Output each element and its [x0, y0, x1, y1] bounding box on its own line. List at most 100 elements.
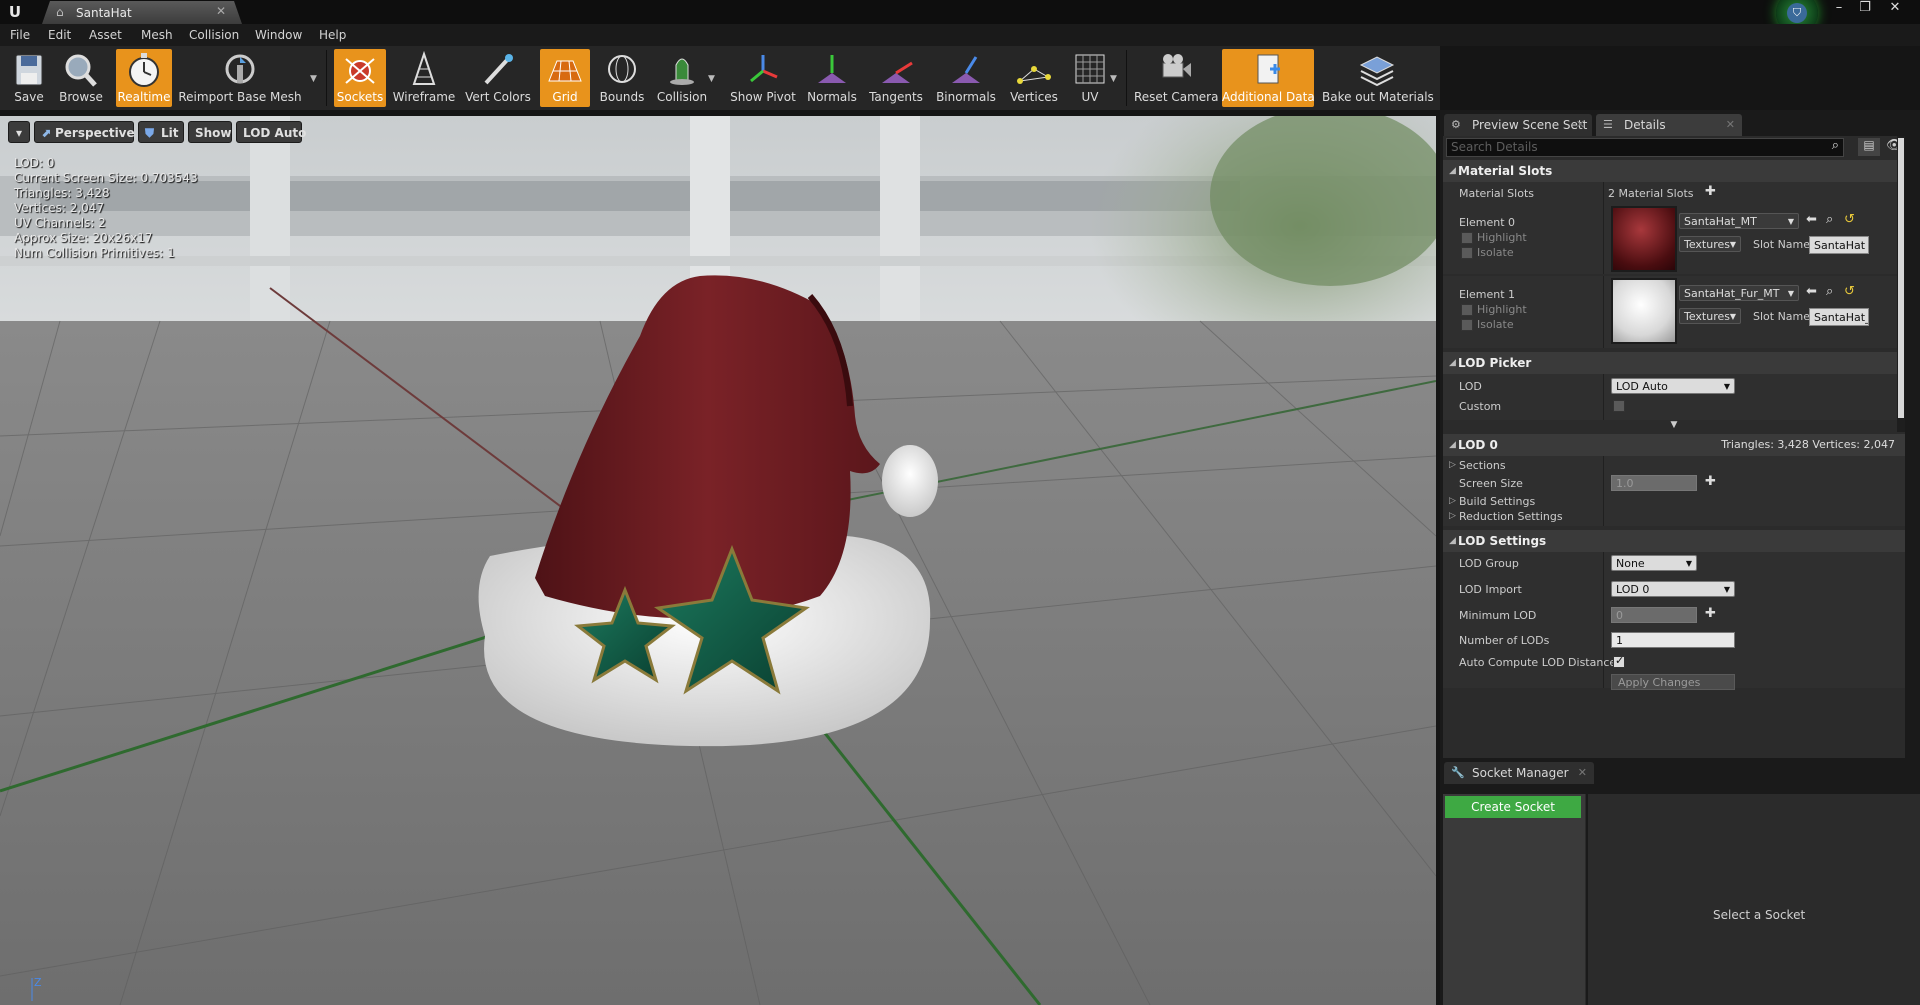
element-1-slot-name-field[interactable]: SantaHat_ [1809, 308, 1869, 326]
lit-button[interactable]: ⛊ Lit [138, 121, 184, 143]
restore-button[interactable]: ❐ [1852, 0, 1878, 18]
sockets-button[interactable]: Sockets [334, 49, 386, 107]
vert-colors-icon [484, 54, 513, 85]
add-material-slot-icon[interactable]: ✚ [1705, 184, 1716, 199]
reset-to-default-icon[interactable]: ↺ [1844, 212, 1855, 227]
lod-settings-category[interactable]: ◢ LOD Settings [1443, 530, 1905, 552]
element-1-material-combo[interactable]: SantaHat_Fur_MT ▼ [1679, 285, 1799, 301]
bounds-button[interactable]: Bounds [596, 49, 648, 107]
binormals-button[interactable]: Binormals [934, 49, 998, 107]
material-slots-category[interactable]: ◢ Material Slots [1443, 160, 1905, 182]
browse-button[interactable]: Browse [56, 49, 106, 107]
use-selected-arrow-icon[interactable]: ⬅ [1806, 284, 1817, 299]
search-details-input[interactable]: Search Details ⌕ [1446, 138, 1844, 157]
collision-button[interactable]: Collision [654, 49, 710, 107]
vertices-button[interactable]: Vertices [1006, 49, 1062, 107]
collision-dropdown-icon[interactable]: ▼ [708, 74, 715, 84]
reimport-icon [225, 54, 255, 84]
bake-out-materials-button[interactable]: Bake out Materials [1322, 49, 1434, 107]
mesh-viewport[interactable]: Z ▾ ⬈ Perspective ⛊ Lit Show LOD Auto LO… [0, 116, 1436, 1005]
toolbar-separator [326, 50, 327, 106]
lod0-category[interactable]: ◢ LOD 0 Triangles: 3,428 Vertices: 2,047 [1443, 434, 1905, 456]
show-pivot-button[interactable]: Show Pivot [728, 49, 798, 107]
minimum-lod-field[interactable]: 0 [1611, 607, 1697, 623]
auto-compute-lod-distance-checkbox[interactable] [1613, 654, 1625, 668]
details-scrollbar[interactable] [1897, 136, 1905, 432]
element-0-textures-combo[interactable]: Textures ▼ [1679, 236, 1741, 252]
menu-mesh[interactable]: Mesh [141, 28, 173, 42]
element-0-material-thumbnail[interactable] [1611, 206, 1677, 272]
socket-splitter[interactable] [1586, 794, 1588, 1005]
close-tab-icon[interactable]: ✕ [1576, 118, 1585, 131]
expand-arrow-icon[interactable]: ▷ [1449, 511, 1456, 521]
reimport-dropdown-icon[interactable]: ▼ [310, 74, 317, 84]
menu-collision[interactable]: Collision [189, 28, 239, 42]
wireframe-button[interactable]: Wireframe [392, 49, 456, 107]
create-socket-button[interactable]: Create Socket [1445, 796, 1581, 818]
close-tab-icon[interactable]: ✕ [1726, 118, 1735, 131]
menu-file[interactable]: File [10, 28, 30, 42]
tangents-button[interactable]: Tangents [866, 49, 926, 107]
element-1-isolate-checkbox[interactable] [1461, 319, 1473, 331]
apply-changes-button[interactable]: Apply Changes [1611, 674, 1735, 690]
column-splitter[interactable] [1603, 182, 1604, 206]
socket-manager-icon: 🔧 [1451, 766, 1465, 779]
element-0-isolate-checkbox[interactable] [1461, 247, 1473, 259]
custom-checkbox[interactable] [1613, 400, 1625, 412]
expand-arrow-icon[interactable]: ▷ [1449, 496, 1456, 506]
lod-group-combo[interactable]: None ▼ [1611, 555, 1697, 571]
show-button[interactable]: Show [188, 121, 232, 143]
lod-combo[interactable]: LOD Auto ▼ [1611, 378, 1735, 394]
grid-button[interactable]: Grid [540, 49, 590, 107]
close-window-button[interactable]: ✕ [1882, 0, 1908, 18]
lod-import-combo[interactable]: LOD 0 ▼ [1611, 581, 1735, 597]
lod-picker-category[interactable]: ◢ LOD Picker [1443, 352, 1905, 374]
add-minimum-lod-icon[interactable]: ✚ [1705, 606, 1716, 621]
reimport-base-mesh-button[interactable]: Reimport Base Mesh [178, 49, 302, 107]
uv-dropdown-icon[interactable]: ▼ [1110, 74, 1117, 84]
element-1-highlight-checkbox[interactable] [1461, 304, 1473, 316]
number-of-lods-field[interactable]: 1 [1611, 632, 1735, 648]
build-settings-label[interactable]: Build Settings [1459, 495, 1535, 508]
sections-label[interactable]: Sections [1459, 459, 1506, 472]
asset-document-tab[interactable]: ⌂ SantaHat ✕ [42, 1, 242, 24]
menu-edit[interactable]: Edit [48, 28, 71, 42]
element-1-material-thumbnail[interactable] [1611, 278, 1677, 344]
reduction-settings-label[interactable]: Reduction Settings [1459, 510, 1563, 523]
menu-asset[interactable]: Asset [89, 28, 122, 42]
save-button[interactable]: Save [4, 49, 54, 107]
expand-advanced-icon[interactable]: ▼ [1443, 420, 1905, 430]
view-options-list-icon[interactable]: ▤ [1858, 138, 1880, 156]
expand-arrow-icon[interactable]: ▷ [1449, 460, 1456, 470]
additional-data-button[interactable]: Additional Data [1222, 49, 1315, 107]
vert-colors-button[interactable]: Vert Colors [462, 49, 534, 107]
unreal-logo-icon[interactable]: U [6, 3, 24, 21]
reset-to-default-icon[interactable]: ↺ [1844, 284, 1855, 299]
menu-window[interactable]: Window [255, 28, 302, 42]
element-0-slot-name-field[interactable]: SantaHat [1809, 236, 1869, 254]
add-screen-size-icon[interactable]: ✚ [1705, 474, 1716, 489]
perspective-button[interactable]: ⬈ Perspective [34, 121, 135, 143]
close-tab-icon[interactable]: ✕ [1578, 766, 1587, 779]
minimize-button[interactable]: – [1826, 0, 1852, 18]
browse-asset-icon[interactable]: ⌕ [1826, 212, 1833, 227]
element-0-highlight-checkbox[interactable] [1461, 232, 1473, 244]
normals-button[interactable]: Normals [804, 49, 860, 107]
tab-details[interactable]: ☰ Details ✕ [1596, 114, 1742, 136]
uv-button[interactable]: UV [1068, 49, 1112, 107]
screen-size-field[interactable]: 1.0 [1611, 475, 1697, 491]
element-1-textures-combo[interactable]: Textures ▼ [1679, 308, 1741, 324]
tab-preview-scene-settings[interactable]: ⚙ Preview Scene Sett ✕ [1444, 114, 1592, 136]
realtime-button[interactable]: Realtime [116, 49, 172, 107]
close-tab-icon[interactable]: ✕ [216, 4, 226, 18]
browse-asset-icon[interactable]: ⌕ [1826, 284, 1833, 299]
viewport-options-button[interactable]: ▾ [8, 121, 30, 143]
tab-socket-manager[interactable]: 🔧 Socket Manager ✕ [1444, 762, 1594, 784]
reset-camera-button[interactable]: Reset Camera [1134, 49, 1218, 107]
menu-help[interactable]: Help [319, 28, 346, 42]
use-selected-arrow-icon[interactable]: ⬅ [1806, 212, 1817, 227]
details-scrollbar-thumb[interactable] [1898, 138, 1904, 418]
lod-auto-button[interactable]: LOD Auto [236, 121, 306, 143]
additional-data-icon [1257, 54, 1280, 84]
element-0-material-combo[interactable]: SantaHat_MT ▼ [1679, 213, 1799, 229]
